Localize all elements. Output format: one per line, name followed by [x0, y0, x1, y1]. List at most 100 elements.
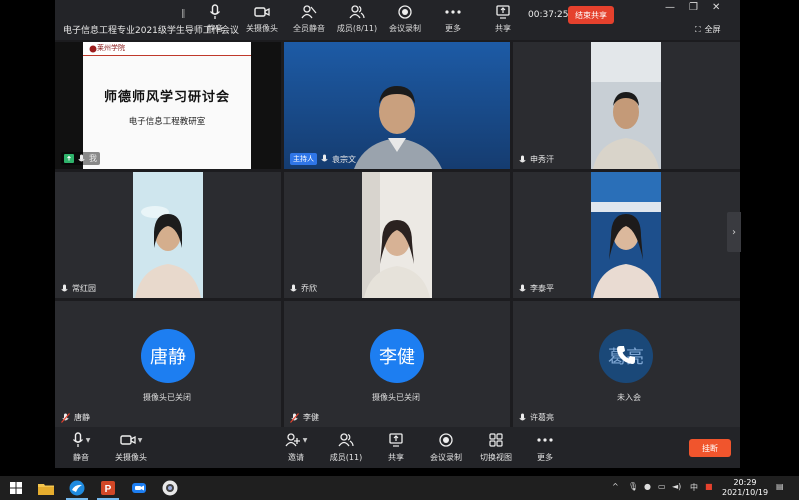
members-button[interactable]: 成员(11) — [320, 430, 372, 463]
chevron-down-icon[interactable]: ▼ — [303, 437, 308, 444]
tray-overflow-icon[interactable]: ^ — [612, 482, 619, 491]
invite-icon — [285, 433, 300, 447]
participant-name: 常红园 — [72, 284, 96, 293]
top-camera-button[interactable]: 关摄像头 — [240, 2, 284, 38]
not-joined-status: 未入会 — [617, 393, 641, 402]
top-more-label: 更多 — [445, 24, 461, 33]
next-page-arrow-icon[interactable]: › — [727, 212, 741, 252]
browser-icon[interactable] — [69, 480, 85, 496]
video-tile-7[interactable]: 唐静 摄像头已关闭 唐静 — [55, 301, 281, 427]
tray-user-icon[interactable]: ● — [644, 482, 651, 491]
fullscreen-label: 全屏 — [704, 25, 721, 34]
top-share-label: 共享 — [495, 24, 511, 33]
tray-app-icon[interactable]: ■ — [705, 482, 713, 491]
top-members-button[interactable]: 成员(8/11) — [335, 2, 379, 38]
tile-3-nameplate: 申秀汗 — [519, 154, 554, 165]
chevron-down-icon[interactable]: ▼ — [86, 437, 91, 444]
top-mute-all-button[interactable]: 全员静音 — [287, 2, 331, 38]
video-tile-8[interactable]: 李健 摄像头已关闭 李健 — [284, 301, 510, 427]
notification-icon[interactable]: ▤ — [776, 482, 784, 491]
members-icon — [338, 433, 354, 447]
top-mute-button[interactable]: 静音 — [193, 2, 237, 38]
meeting-window: 电子信息工程专业2021级学生导师工作会议 ‖ 静音 关摄像头 全员静音 成员(… — [55, 0, 740, 468]
more-label: 更多 — [537, 453, 553, 462]
share-screen-icon — [496, 5, 510, 19]
video-tile-host[interactable]: 主持人 袁宗文 — [284, 42, 510, 169]
avatar: 葛亮 — [599, 329, 653, 383]
drag-handle-icon[interactable]: ‖ — [181, 9, 186, 19]
record-icon — [398, 5, 412, 19]
end-share-button[interactable]: 结束共享 — [568, 6, 614, 24]
top-record-label: 会议录制 — [389, 24, 421, 33]
mic-muted-icon — [290, 412, 299, 423]
tile-5-nameplate: 乔欣 — [290, 283, 317, 294]
record-label: 会议录制 — [430, 453, 462, 462]
video-tile-3[interactable]: 申秀汗 — [513, 42, 740, 169]
mic-on-icon — [519, 413, 526, 420]
start-button[interactable] — [8, 480, 24, 496]
right-letterbox — [740, 0, 799, 468]
hangup-button[interactable]: 挂断 — [689, 439, 731, 457]
participant-name: 许葛亮 — [530, 413, 554, 422]
tile-8-nameplate: 李健 — [290, 412, 319, 423]
close-icon[interactable]: ✕ — [712, 2, 720, 13]
bottom-toolbar: ▼ 静音 ▼ 关摄像头 ▼ 邀请 成员(11) 共享 会议录制 切换视图 更多 … — [55, 427, 740, 468]
top-more-button[interactable]: 更多 — [431, 2, 475, 38]
members-icon — [349, 5, 365, 19]
video-grid: 莱州学院 师德师风学习研讨会 电子信息工程教研室 我 主持人 袁宗文 申秀汗 常… — [55, 42, 740, 427]
slide-subtitle: 电子信息工程教研室 — [128, 117, 206, 127]
tile-6-nameplate: 李泰平 — [519, 283, 554, 294]
tile-4-nameplate: 常红园 — [61, 283, 96, 294]
top-record-button[interactable]: 会议录制 — [383, 2, 427, 38]
window-controls: — ❐ ✕ — [665, 2, 720, 13]
avatar: 唐静 — [141, 329, 195, 383]
participant-name: 唐静 — [74, 413, 90, 422]
slide-school-name: 莱州学院 — [97, 44, 125, 52]
svg-text:P: P — [105, 484, 112, 495]
camera-off-status: 摄像头已关闭 — [143, 393, 191, 402]
video-tile-9[interactable]: 葛亮 未入会 许葛亮 — [513, 301, 740, 427]
tile-9-nameplate: 许葛亮 — [519, 412, 554, 423]
tile-self-nameplate: 我 — [61, 152, 100, 165]
video-tile-4[interactable]: 常红园 — [55, 172, 281, 298]
ime-indicator[interactable]: 中 — [690, 482, 698, 493]
chevron-down-icon[interactable]: ▼ — [138, 437, 143, 444]
participant-name: 申秀汗 — [530, 155, 554, 164]
participant-name: 袁宗文 — [332, 154, 356, 164]
more-icon — [537, 438, 553, 442]
fullscreen-button[interactable]: ⛶ 全屏 — [695, 24, 721, 35]
grid-view-icon — [489, 433, 503, 447]
switch-view-button[interactable]: 切换视图 — [470, 430, 522, 463]
video-tile-6[interactable]: 李泰平 — [513, 172, 740, 298]
powerpoint-icon[interactable]: P — [100, 480, 116, 496]
mute-button[interactable]: ▼ 静音 — [55, 430, 107, 463]
taskbar-clock[interactable]: 20:29 2021/10/19 — [722, 478, 768, 498]
tray-mic-icon[interactable]: 🎙 — [628, 482, 638, 491]
camera-app-icon[interactable] — [162, 480, 178, 496]
participant-name: 李健 — [303, 413, 319, 422]
shared-slide: 莱州学院 师德师风学习研讨会 电子信息工程教研室 — [83, 42, 251, 169]
mute-all-icon — [301, 5, 317, 19]
windows-taskbar: P ^ 🎙 ● ▭ ◄) 中 ■ 20:29 2021/10/19 ▤ — [0, 476, 799, 500]
meeting-timer: 00:37:25 — [528, 10, 569, 20]
top-share-button[interactable]: 共享 — [481, 2, 525, 38]
camera-button[interactable]: ▼ 关摄像头 — [105, 430, 157, 463]
mic-on-icon — [290, 284, 297, 291]
participant-video-feed — [133, 172, 203, 298]
minimize-icon[interactable]: — — [665, 2, 675, 13]
meeting-app-icon[interactable] — [131, 480, 147, 496]
windows-logo-icon — [10, 482, 22, 494]
share-button[interactable]: 共享 — [370, 430, 422, 463]
record-button[interactable]: 会议录制 — [420, 430, 472, 463]
file-explorer-icon[interactable] — [38, 480, 54, 496]
restore-icon[interactable]: ❐ — [689, 2, 698, 13]
video-tile-self[interactable]: 莱州学院 师德师风学习研讨会 电子信息工程教研室 我 — [55, 42, 281, 169]
tray-network-icon[interactable]: ▭ — [658, 482, 666, 491]
tile-host-nameplate: 主持人 袁宗文 — [290, 153, 356, 165]
more-button[interactable]: 更多 — [519, 430, 571, 463]
invite-button[interactable]: ▼ 邀请 — [270, 430, 322, 463]
microphone-icon — [72, 432, 83, 447]
video-tile-5[interactable]: 乔欣 — [284, 172, 510, 298]
tray-volume-icon[interactable]: ◄) — [672, 482, 681, 491]
left-letterbox — [0, 0, 55, 468]
